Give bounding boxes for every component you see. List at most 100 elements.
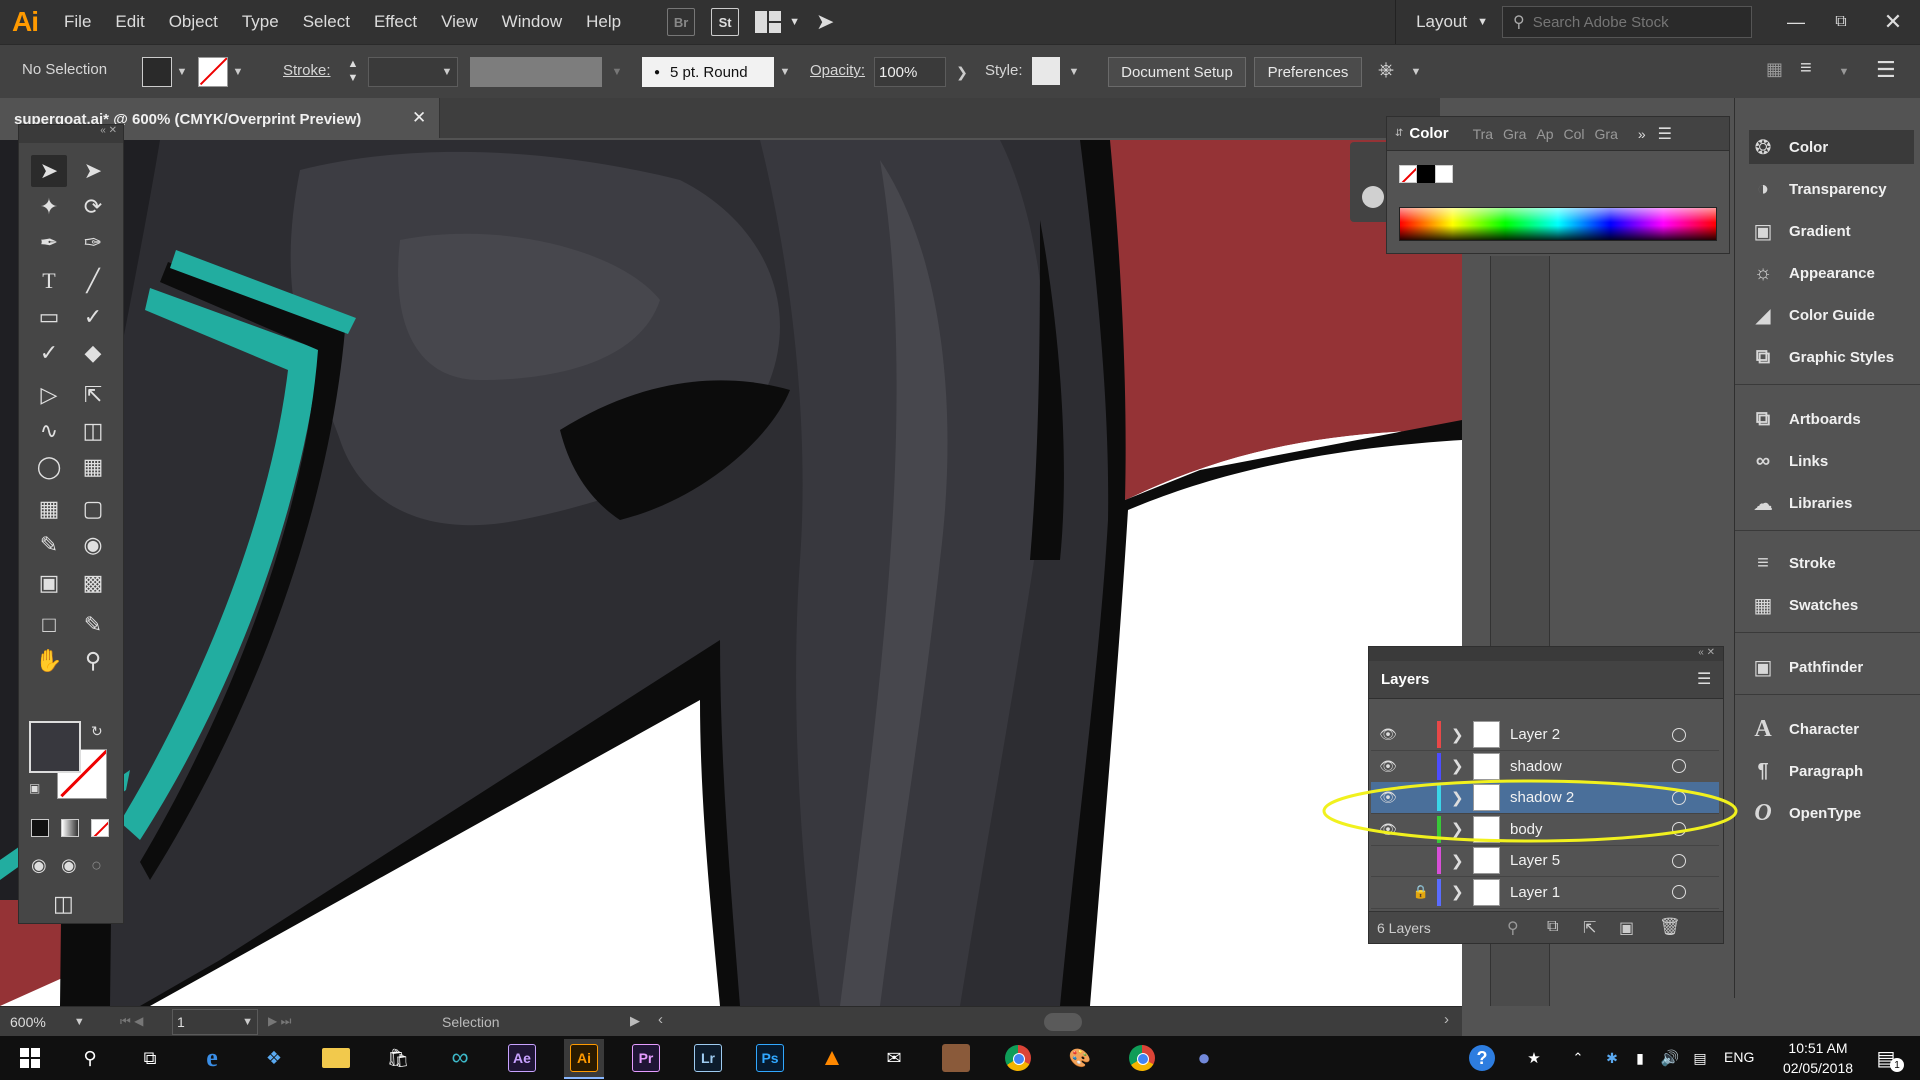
direct-selection-tool-icon[interactable]: ➤ (75, 155, 111, 187)
horizontal-scroll-thumb[interactable] (1044, 1013, 1082, 1031)
dock-libraries[interactable]: ☁ Libraries (1749, 486, 1914, 520)
dock-appearance[interactable]: ☼ Appearance (1749, 256, 1914, 290)
dropbox-icon[interactable]: ❖ (254, 1042, 294, 1074)
arrange-documents-icon[interactable] (755, 11, 783, 33)
draw-inside-icon[interactable]: ○ (91, 855, 102, 876)
menu-select[interactable]: Select (291, 12, 362, 32)
game-icon[interactable] (936, 1042, 976, 1074)
stock-button[interactable]: St (711, 8, 740, 36)
workspace-switcher[interactable]: Layout (1416, 12, 1467, 32)
menu-object[interactable]: Object (157, 12, 230, 32)
first-artboard-icon[interactable]: ⏮ ◀ (120, 1014, 143, 1029)
menu-help[interactable]: Help (574, 12, 633, 32)
menu-window[interactable]: Window (490, 12, 574, 32)
dock-graphic-styles[interactable]: ⧉ Graphic Styles (1749, 340, 1914, 374)
dock-links[interactable]: ∞ Links (1749, 444, 1914, 478)
dock-paragraph[interactable]: ¶ Paragraph (1749, 754, 1914, 788)
control-menu-icon[interactable]: ☰ (1876, 57, 1896, 83)
draw-normal-icon[interactable]: ◉ (31, 855, 47, 876)
gradient-mode-icon[interactable] (61, 819, 79, 837)
after-effects-icon[interactable]: Ae (502, 1042, 542, 1074)
stroke-swatch[interactable] (198, 57, 228, 87)
action-center-icon[interactable]: ▤ 1 (1866, 1042, 1906, 1074)
menu-edit[interactable]: Edit (103, 12, 156, 32)
color-theme-icon[interactable] (1362, 186, 1384, 208)
none-mode-icon[interactable] (91, 819, 109, 837)
vlc-icon[interactable]: ▲ (812, 1042, 852, 1074)
tab-color-guide[interactable]: Col (1564, 126, 1585, 142)
white-swatch[interactable] (1435, 165, 1453, 183)
target-circle-icon[interactable] (1672, 727, 1686, 742)
status-menu-arrow-icon[interactable]: ▶ (630, 1013, 640, 1029)
panel-collapse-icon[interactable]: ⇵ (1395, 128, 1403, 139)
layer-row[interactable]: 👁 ❯ Layer 2 (1371, 719, 1719, 751)
edge-icon[interactable]: e (192, 1042, 232, 1074)
menu-view[interactable]: View (429, 12, 490, 32)
type-tool-icon[interactable]: T (31, 265, 67, 297)
paint-icon[interactable]: 🎨 (1060, 1042, 1100, 1074)
expand-arrow-icon[interactable]: ❯ (1451, 757, 1467, 775)
chevron-down-icon[interactable]: ▼ (775, 57, 795, 87)
layers-menu-icon[interactable]: ☰ (1697, 669, 1711, 689)
menu-type[interactable]: Type (230, 12, 291, 32)
none-swatch[interactable] (1399, 165, 1417, 183)
dock-transparency[interactable]: ◑ Transparency (1749, 172, 1914, 206)
dock-character[interactable]: A Character (1749, 712, 1914, 746)
chevron-down-icon[interactable]: ▼ (789, 16, 800, 28)
scroll-left-icon[interactable]: ‹ (658, 1011, 663, 1028)
slice-tool-icon[interactable]: ✎ (75, 609, 111, 641)
pen-tool-icon[interactable]: ✒ (31, 227, 67, 259)
premiere-icon[interactable]: Pr (626, 1042, 666, 1074)
collapsed-panel-strip[interactable] (1350, 142, 1386, 222)
discord-icon[interactable]: ● (1184, 1042, 1224, 1074)
minimize-icon[interactable]: — (1776, 12, 1816, 33)
reflect-tool-icon[interactable]: ▷ (31, 379, 67, 411)
mesh-tool-icon[interactable]: ▦ (31, 493, 67, 525)
target-circle-icon[interactable] (1672, 759, 1686, 773)
chrome-icon[interactable] (998, 1042, 1038, 1074)
stroke-label[interactable]: Stroke: (283, 62, 331, 79)
expand-arrow-icon[interactable]: ❯ (1451, 883, 1467, 901)
tab-transparency[interactable]: Tra (1473, 126, 1493, 142)
free-transform-tool-icon[interactable]: ◫ (75, 415, 111, 447)
variable-width-profile[interactable] (470, 57, 602, 87)
dock-pathfinder[interactable]: ▣ Pathfinder (1749, 650, 1914, 684)
search-icon[interactable]: ⚲ (70, 1042, 110, 1074)
tab-gradient[interactable]: Gra (1503, 126, 1526, 142)
chrome-alt-icon[interactable] (1122, 1042, 1162, 1074)
layer-name[interactable]: Layer 1 (1510, 884, 1650, 901)
artboard-tool-icon[interactable]: □ (31, 609, 67, 641)
layers-panel-header[interactable]: « ✕ (1369, 647, 1723, 661)
tab-layers[interactable]: Layers (1381, 671, 1429, 688)
lightroom-icon[interactable]: Lr (688, 1042, 728, 1074)
restore-icon[interactable]: ⧉ (1816, 13, 1866, 31)
bridge-button[interactable]: Br (667, 8, 696, 36)
chevron-down-icon[interactable]: ▼ (607, 57, 627, 87)
search-input[interactable] (1530, 12, 1735, 32)
dock-color[interactable]: ❂ Color (1749, 130, 1914, 164)
draw-behind-icon[interactable]: ◉ (61, 855, 77, 876)
fill-swatch[interactable] (142, 57, 172, 87)
symbol-sprayer-tool-icon[interactable]: ▣ (31, 567, 67, 599)
layer-row[interactable]: 🔒 ❯ Layer 1 (1371, 877, 1719, 909)
locate-object-icon[interactable]: ⚲ (1507, 918, 1519, 938)
chevron-down-icon[interactable]: ▼ (228, 57, 248, 87)
windows-start-icon[interactable] (10, 1042, 50, 1074)
tools-panel-header[interactable]: « ✕ (19, 125, 123, 143)
dock-stroke[interactable]: ≡ Stroke (1749, 546, 1914, 580)
blend-tool-icon[interactable]: ◉ (75, 529, 111, 561)
network-icon[interactable]: ▤ (1680, 1042, 1720, 1074)
align-icon[interactable]: ≡ (1800, 57, 1812, 80)
language-indicator[interactable]: ENG (1724, 1049, 1754, 1065)
lock-icon[interactable]: 🔒 (1405, 884, 1437, 900)
artboard-number-field[interactable]: 1 ▼ (172, 1009, 258, 1035)
close-icon[interactable]: ✕ (1866, 9, 1920, 35)
opacity-label[interactable]: Opacity: (810, 62, 865, 79)
paintbrush-tool-icon[interactable]: ✓ (75, 301, 111, 333)
default-colors-icon[interactable]: ▣ (29, 781, 40, 795)
preferences-button[interactable]: Preferences (1254, 57, 1362, 87)
dock-gradient[interactable]: ▣ Gradient (1749, 214, 1914, 248)
black-swatch[interactable] (1417, 165, 1435, 183)
magic-wand-tool-icon[interactable]: ✦ (31, 191, 67, 223)
chevron-down-icon[interactable]: ▼ (74, 1016, 85, 1028)
